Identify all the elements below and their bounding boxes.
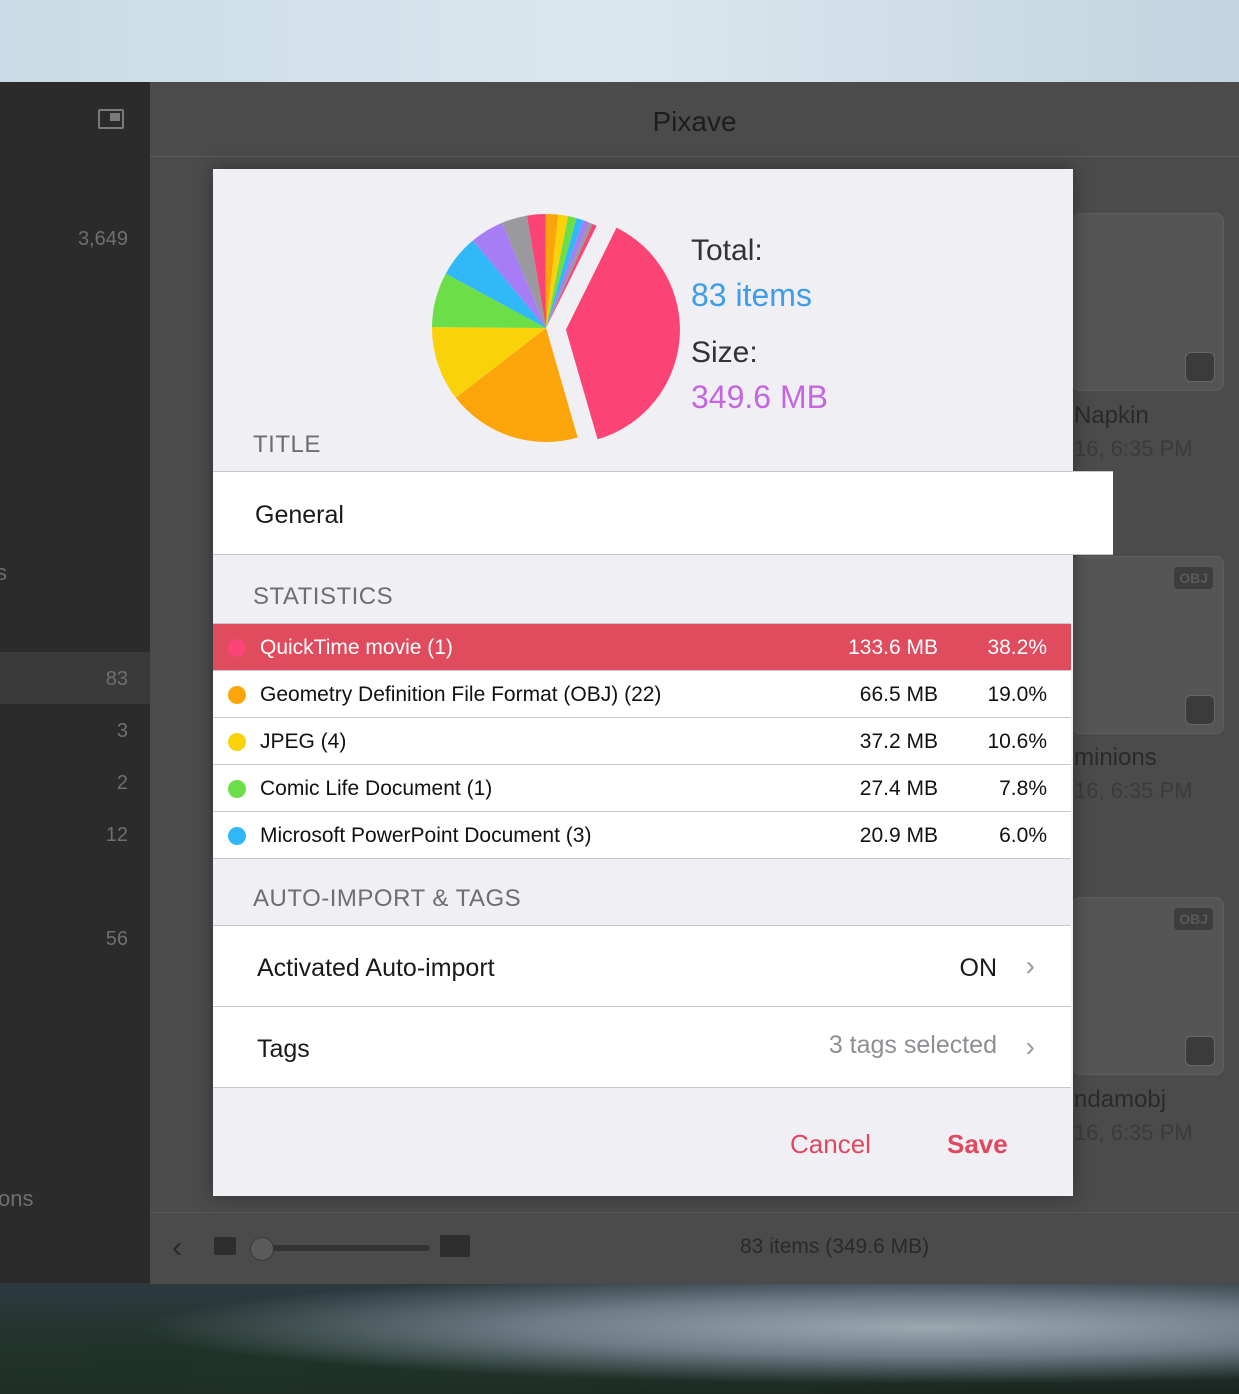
card-name: minions (1074, 744, 1157, 771)
auto-import-section-header: AUTO-IMPORT & TAGS (253, 885, 522, 912)
statistics-row[interactable]: JPEG (4) 37.2 MB 10.6% (213, 718, 1071, 765)
statistics-row[interactable]: Microsoft PowerPoint Document (3) 20.9 MB… (213, 812, 1071, 858)
sidebar-count: 3,649 (77, 228, 128, 250)
sidebar-item-fragment: s (0, 560, 7, 585)
tags-value: 3 tags selected (828, 1031, 997, 1059)
collection-info-dialog: Total: 83 items Size: 349.6 MB TITLE Gen… (213, 169, 1113, 1196)
share-icon[interactable] (1185, 352, 1215, 382)
card-name: ndamobj (1074, 1086, 1167, 1113)
type-color-dot (228, 686, 246, 704)
share-icon[interactable] (1185, 695, 1215, 725)
pie-slice (565, 227, 680, 440)
size-value: 349.6 MB (691, 379, 828, 415)
type-size: 37.2 MB (859, 730, 938, 753)
chevron-left-icon[interactable]: ‹ (172, 1231, 182, 1265)
sidebar-item-fragment: ons (0, 1186, 34, 1211)
zoom-slider[interactable] (260, 1245, 430, 1251)
file-type-badge: OBJ (1174, 567, 1213, 589)
size-pie-chart (432, 214, 680, 442)
desktop-wallpaper (0, 1283, 1239, 1394)
card-date: 16, 6:35 PM (1074, 1120, 1193, 1145)
grid-card[interactable]: OBJ (1072, 556, 1224, 734)
grid-card[interactable] (1072, 213, 1224, 391)
statistics-row[interactable]: QuickTime movie (1) 133.6 MB 38.2% (213, 624, 1071, 671)
auto-import-row[interactable]: Activated Auto-import ON › (213, 926, 1071, 1007)
card-date: 16, 6:35 PM (1074, 436, 1193, 461)
total-label: Total: (691, 234, 763, 267)
sidebar-toggle-icon[interactable] (98, 109, 124, 129)
total-value: 83 items (691, 277, 812, 313)
thumbnail-small-icon[interactable] (214, 1237, 236, 1255)
sidebar-count: 2 (116, 772, 128, 794)
tags-label: Tags (257, 1035, 310, 1063)
chevron-right-icon: › (1025, 950, 1035, 981)
type-size: 27.4 MB (859, 777, 938, 800)
type-name: Geometry Definition File Format (OBJ) (2… (260, 683, 662, 706)
size-label: Size: (691, 336, 758, 369)
statistics-row[interactable]: Comic Life Document (1) 27.4 MB 7.8% (213, 765, 1071, 812)
zoom-slider-knob[interactable] (250, 1237, 274, 1261)
auto-import-label: Activated Auto-import (257, 954, 495, 982)
save-button[interactable]: Save (947, 1129, 1008, 1160)
card-name: Napkin (1074, 402, 1149, 429)
type-size: 66.5 MB (859, 683, 938, 706)
sidebar-count: 12 (105, 824, 128, 846)
type-color-dot (228, 733, 246, 751)
type-name: Microsoft PowerPoint Document (3) (260, 824, 592, 847)
type-percent: 6.0% (999, 824, 1047, 847)
type-color-dot (228, 780, 246, 798)
status-text: 83 items (349.6 MB) (740, 1235, 930, 1258)
window-title: Pixave (652, 106, 737, 137)
statistics-row[interactable]: Geometry Definition File Format (OBJ) (2… (213, 671, 1071, 718)
type-size: 20.9 MB (859, 824, 938, 847)
card-date: 16, 6:35 PM (1074, 778, 1193, 803)
tags-row[interactable]: Tags 3 tags selected › (213, 1007, 1071, 1087)
type-percent: 19.0% (987, 683, 1047, 706)
sidebar: 3,649 s 83 3 2 12 56 ons (0, 82, 150, 1283)
thumbnail-large-icon[interactable] (440, 1235, 470, 1257)
title-divider (150, 156, 1239, 157)
sidebar-count: 83 (105, 668, 128, 690)
grid-card[interactable]: OBJ (1072, 897, 1224, 1075)
share-icon[interactable] (1185, 1036, 1215, 1066)
type-size: 133.6 MB (848, 636, 938, 659)
type-color-dot (228, 827, 246, 845)
title-field[interactable]: General (213, 471, 1113, 555)
chevron-right-icon: › (1025, 1031, 1035, 1062)
sidebar-count: 56 (105, 928, 128, 950)
type-name: QuickTime movie (1) (260, 636, 453, 659)
type-percent: 38.2% (987, 636, 1047, 659)
statistics-list: QuickTime movie (1) 133.6 MB 38.2% Geometry… (213, 623, 1071, 859)
type-percent: 7.8% (999, 777, 1047, 800)
bottom-toolbar: ‹ 83 items (349.6 MB) (150, 1212, 1239, 1284)
cancel-button[interactable]: Cancel (790, 1129, 871, 1160)
type-color-dot (228, 639, 246, 657)
file-type-badge: OBJ (1174, 908, 1213, 930)
totals-panel: Total: 83 items Size: 349.6 MB (691, 229, 828, 433)
statistics-section-header: STATISTICS (253, 583, 394, 610)
type-name: JPEG (4) (260, 730, 347, 753)
type-name: Comic Life Document (1) (260, 777, 493, 800)
desktop-sky (0, 0, 1239, 82)
title-section-header: TITLE (253, 431, 321, 458)
sidebar-count: 3 (116, 720, 128, 742)
auto-import-group: Activated Auto-import ON › Tags 3 tags s… (213, 925, 1071, 1088)
type-percent: 10.6% (987, 730, 1047, 753)
auto-import-value: ON (959, 954, 998, 982)
